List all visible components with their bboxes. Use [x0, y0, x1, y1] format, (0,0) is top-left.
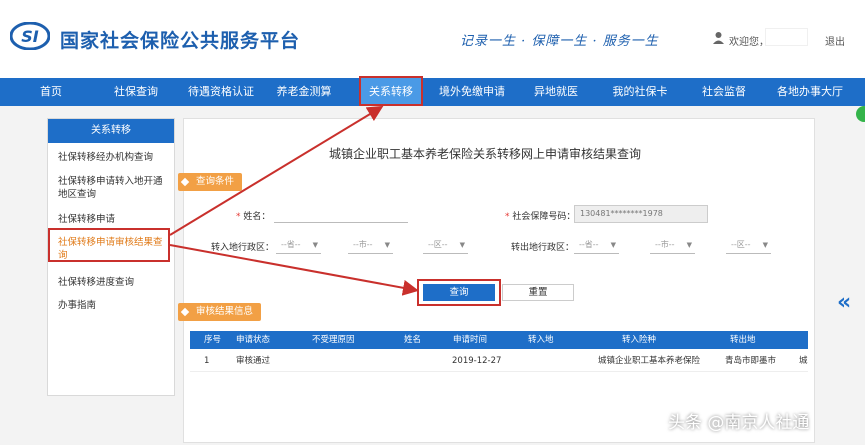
arrow-to-query [169, 244, 419, 296]
collapse-arrow-icon[interactable]: « [837, 290, 851, 315]
arrow-to-nav [169, 105, 384, 236]
watermark: 头条 @南京人社通 [668, 413, 810, 433]
annotation-arrows [169, 105, 419, 296]
